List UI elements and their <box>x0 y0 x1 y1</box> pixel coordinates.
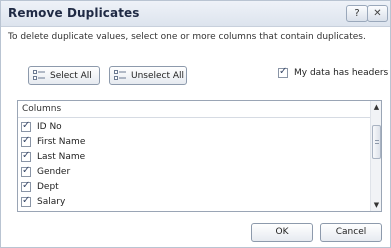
select-all-button[interactable]: Select All <box>28 66 100 85</box>
column-checkbox[interactable]: ✓ <box>21 134 31 147</box>
list-item[interactable]: ✓ Salary <box>18 194 370 209</box>
columns-header: Columns <box>18 101 370 118</box>
scroll-thumb[interactable] <box>372 125 381 159</box>
column-label: Gender <box>37 166 71 177</box>
column-label: ID No <box>37 121 62 132</box>
column-label: Last Name <box>37 151 86 162</box>
ok-button[interactable]: OK <box>251 223 313 242</box>
list-item[interactable]: ✓ ID No <box>18 119 370 134</box>
my-data-has-headers-label: My data has headers <box>294 68 389 78</box>
check-icon: ✓ <box>22 119 31 131</box>
remove-duplicates-dialog: Remove Duplicates ? ✕ To delete duplicat… <box>0 0 391 248</box>
list-item[interactable]: ✓ Gender <box>18 164 370 179</box>
check-icon: ✓ <box>22 194 31 206</box>
column-checkbox[interactable]: ✓ <box>21 149 31 162</box>
list-item[interactable]: ✓ Last Name <box>18 149 370 164</box>
cancel-button[interactable]: Cancel <box>320 223 382 242</box>
grip-icon <box>375 140 379 144</box>
check-icon: ✓ <box>22 149 31 161</box>
column-checkbox[interactable]: ✓ <box>21 164 31 177</box>
title-bar: Remove Duplicates ? ✕ <box>1 1 390 27</box>
select-all-icon <box>33 70 46 81</box>
column-label: First Name <box>37 136 86 147</box>
column-checkbox[interactable]: ✓ <box>21 194 31 207</box>
column-label: Salary <box>37 196 66 207</box>
check-icon: ✓ <box>22 179 31 191</box>
check-icon: ✓ <box>279 66 288 77</box>
column-label: Dept <box>37 181 59 192</box>
list-item[interactable]: ✓ Dept <box>18 179 370 194</box>
columns-list: ✓ ID No ✓ First Name ✓ Last Name ✓ Gende… <box>18 119 370 209</box>
unselect-all-button[interactable]: Unselect All <box>109 66 187 85</box>
column-checkbox[interactable]: ✓ <box>21 119 31 132</box>
close-button[interactable]: ✕ <box>367 5 388 22</box>
scroll-up-icon[interactable]: ▲ <box>371 101 381 113</box>
help-button[interactable]: ? <box>346 5 368 22</box>
column-checkbox[interactable]: ✓ <box>21 179 31 192</box>
dialog-title: Remove Duplicates <box>8 6 140 20</box>
vertical-scrollbar[interactable]: ▲ ▼ <box>370 101 381 211</box>
unselect-all-icon <box>114 70 127 81</box>
unselect-all-label: Unselect All <box>131 70 185 81</box>
my-data-has-headers-option[interactable]: ✓ My data has headers <box>278 66 389 78</box>
check-icon: ✓ <box>22 164 31 176</box>
select-all-label: Select All <box>50 70 92 81</box>
columns-listbox[interactable]: Columns ✓ ID No ✓ First Name ✓ Last Name… <box>17 100 382 212</box>
check-icon: ✓ <box>22 134 31 146</box>
my-data-has-headers-checkbox[interactable]: ✓ <box>278 66 288 78</box>
list-item[interactable]: ✓ First Name <box>18 134 370 149</box>
scroll-down-icon[interactable]: ▼ <box>371 199 381 211</box>
instruction-text: To delete duplicate values, select one o… <box>8 32 366 42</box>
